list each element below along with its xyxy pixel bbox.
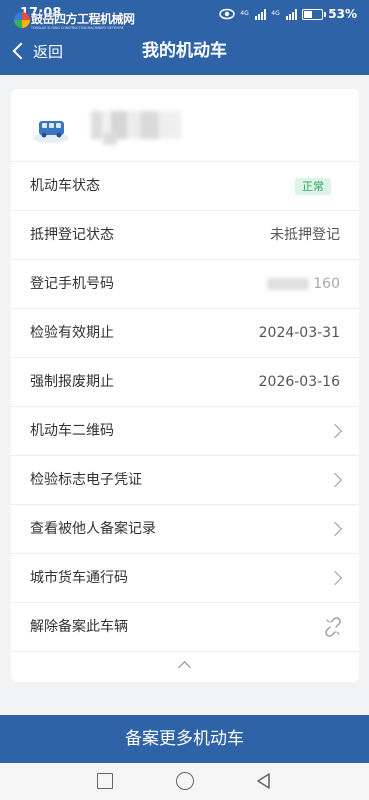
row-label: 检验有效期止 (30, 325, 114, 341)
row-others-filing-records[interactable]: 查看被他人备案记录 (11, 505, 359, 554)
row-value: 2026-03-16 (258, 374, 340, 390)
system-nav-bar (0, 763, 369, 800)
site-watermark: 鼓岳四方工程机械网 TONGLUE SI FANG CONSTRUCTION M… (14, 9, 135, 35)
row-value: 160 (313, 276, 340, 292)
row-label: 解除备案此车辆 (30, 619, 128, 635)
row-label: 查看被他人备案记录 (30, 521, 156, 537)
battery-percent: 53% (328, 7, 357, 21)
row-inspection-e-certificate[interactable]: 检验标志电子凭证 (11, 456, 359, 505)
unlink-icon (325, 617, 341, 637)
triangle-back-icon[interactable] (255, 772, 271, 790)
row-value: 未抵押登记 (270, 227, 340, 243)
row-value: 2024-03-31 (258, 325, 340, 341)
chevron-right-icon (327, 570, 343, 586)
row-unbind-vehicle[interactable]: 解除备案此车辆 (11, 603, 359, 652)
status-icons: 4G 4G 53% (219, 6, 357, 22)
row-label: 城市货车通行码 (30, 570, 128, 586)
row-label: 机动车状态 (30, 178, 100, 194)
vehicle-info-list: 机动车状态 正常 抵押登记状态 未抵押登记 登记手机号码 160 检验有效期止 … (11, 162, 359, 652)
signal-bars-icon (286, 8, 298, 20)
plate-number-obscured (103, 133, 117, 145)
watermark-subtitle: TONGLUE SI FANG CONSTRUCTION MACHINERY N… (31, 26, 124, 30)
vehicle-card: 机动车状态 正常 抵押登记状态 未抵押登记 登记手机号码 160 检验有效期止 … (11, 89, 359, 682)
row-inspection-expiry: 检验有效期止 2024-03-31 (11, 309, 359, 358)
signal-label-2: 4G (271, 10, 280, 17)
row-registered-phone: 登记手机号码 160 (11, 260, 359, 309)
page-title: 我的机动车 (142, 41, 227, 61)
phone-obscured (267, 278, 309, 290)
row-label: 抵押登记状态 (30, 227, 114, 243)
row-vehicle-qr-code[interactable]: 机动车二维码 (11, 407, 359, 456)
chevron-right-icon (327, 423, 343, 439)
vehicle-header (11, 89, 359, 162)
row-label: 强制报废期止 (30, 374, 114, 390)
status-badge: 正常 (295, 178, 331, 195)
signal-label-1: 4G (240, 10, 249, 17)
eye-icon (219, 8, 236, 20)
row-label: 登记手机号码 (30, 276, 114, 292)
app-header: 17:08 鼓岳四方工程机械网 TONGLUE SI FANG CONSTRUC… (0, 0, 369, 75)
chevron-right-icon (327, 472, 343, 488)
row-scrap-deadline: 强制报废期止 2026-03-16 (11, 358, 359, 407)
square-icon[interactable] (97, 773, 113, 789)
row-label: 机动车二维码 (30, 423, 114, 439)
row-vehicle-status: 机动车状态 正常 (11, 162, 359, 211)
collapse-toggle[interactable] (11, 653, 359, 675)
circle-icon[interactable] (176, 772, 194, 790)
battery-level (304, 10, 313, 18)
register-more-vehicles-button[interactable]: 备案更多机动车 (0, 715, 369, 763)
chevron-up-icon (178, 661, 191, 674)
watermark-logo-icon (14, 12, 30, 28)
signal-bars-icon (255, 8, 267, 20)
chevron-right-icon (327, 521, 343, 537)
status-bar: 17:08 鼓岳四方工程机械网 TONGLUE SI FANG CONSTRUC… (0, 0, 369, 30)
row-mortgage-status: 抵押登记状态 未抵押登记 (11, 211, 359, 260)
bus-icon (33, 121, 69, 143)
row-label: 检验标志电子凭证 (30, 472, 142, 488)
watermark-title: 鼓岳四方工程机械网 (31, 12, 135, 26)
battery-icon (302, 8, 327, 20)
row-city-truck-pass[interactable]: 城市货车通行码 (11, 554, 359, 603)
